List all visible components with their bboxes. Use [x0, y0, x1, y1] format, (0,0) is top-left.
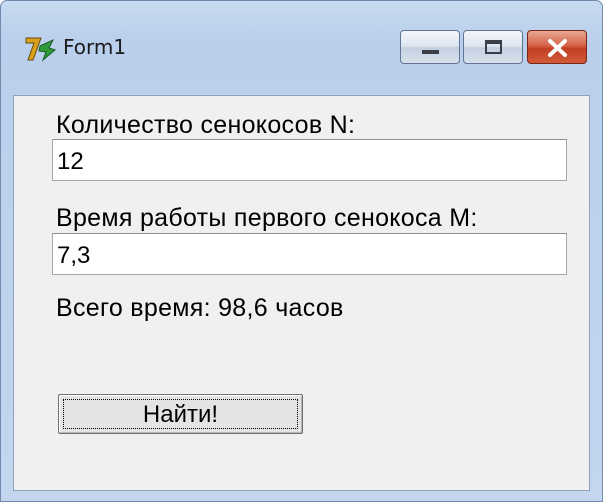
hay-count-input[interactable] — [52, 139, 567, 181]
minimize-button[interactable] — [400, 30, 460, 64]
minimize-icon — [422, 50, 439, 54]
window-title: Form1 — [63, 35, 127, 59]
find-button-label: Найти! — [142, 401, 219, 428]
delphi-app-icon — [23, 34, 57, 64]
title-bar[interactable]: Form1 — [1, 1, 602, 95]
app-window: Form1 Количество сенокосов N: Время рабо… — [0, 0, 603, 502]
label-first-time: Время работы первого сенокоса M: — [56, 204, 478, 232]
maximize-icon — [485, 40, 502, 54]
maximize-button[interactable] — [463, 30, 523, 64]
find-button[interactable]: Найти! — [58, 394, 303, 434]
label-hay-count: Количество сенокосов N: — [56, 111, 356, 139]
result-text: Всего время: 98,6 часов — [56, 294, 344, 322]
first-time-input[interactable] — [52, 233, 567, 275]
close-icon — [548, 39, 567, 57]
close-button[interactable] — [527, 30, 587, 64]
form-client-area: Количество сенокосов N: Время работы пер… — [13, 95, 590, 491]
